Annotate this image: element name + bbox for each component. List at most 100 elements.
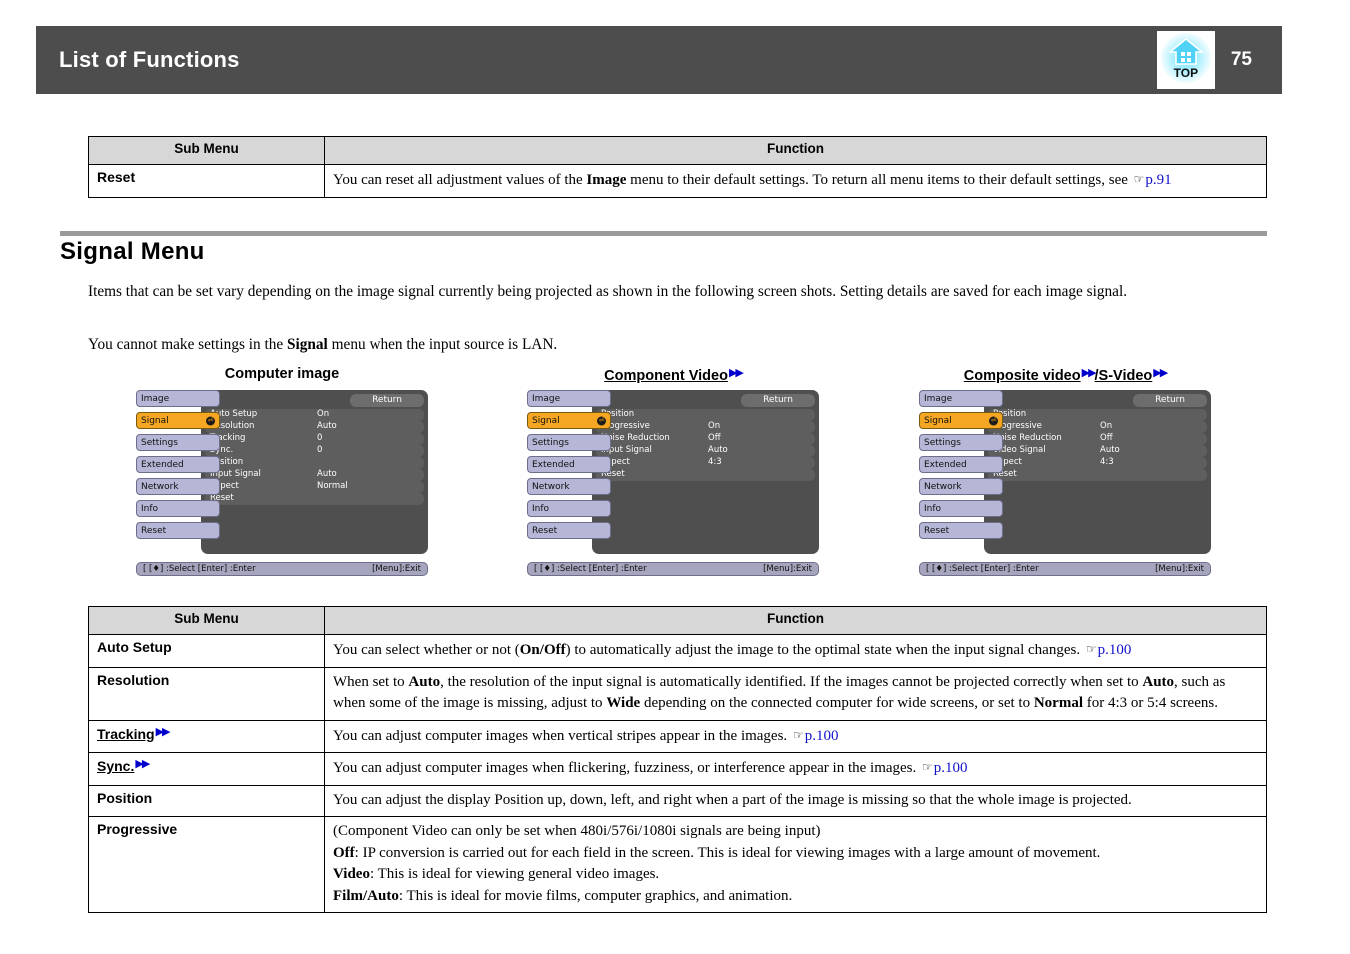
osd-row-value: Auto [1100,445,1120,455]
text-segment: You can reset all adjustment values of t… [333,172,587,188]
sidebar-item-image[interactable]: Image [919,390,1003,407]
osd-screenshot-composite-svideo: Composite video▶▶/S-Video▶▶ Return Posit… [919,366,1211,576]
osd-return-button[interactable]: Return [1133,394,1207,407]
enter-icon: ⏎ [206,416,215,425]
row-function-sync: You can adjust computer images when flic… [324,752,1267,786]
sidebar-item-reset[interactable]: Reset [136,522,220,539]
sidebar-item-label: Info [924,503,942,514]
osd-window: Return Auto Setup On Resolution Auto Track… [136,390,428,558]
osd-footer-left: [ [♦] :Select [Enter] :Enter [143,564,256,574]
bold-term: Wide [606,695,641,711]
sidebar-item-network[interactable]: Network [919,478,1003,495]
sidebar-item-label: Extended [141,459,184,470]
osd-menu-row[interactable]: Video Signal Auto [988,445,1207,457]
progressive-line-4: Film/Auto: This is ideal for movie films… [333,886,1258,908]
glossary-term[interactable]: Tracking [97,726,155,742]
osd-row-value: 0 [317,433,323,443]
caption-text-secondary: /S-Video [1094,368,1153,384]
screenshot-caption: Component Video▶▶ [527,366,819,384]
text-segment: ) to automatically adjust the image to t… [565,642,1084,658]
row-label-resolution: Resolution [88,666,325,721]
osd-menu-row[interactable]: Input Signal Auto [596,445,815,457]
osd-menu-row[interactable]: Position [988,409,1207,421]
osd-menu-row[interactable]: Reset [205,493,424,505]
text-segment: : This is ideal for viewing general vide… [369,866,660,882]
osd-content-panel: Return Position Progressive On Noise Redu… [984,390,1211,554]
osd-row-value: 4:3 [708,457,722,467]
osd-menu-row[interactable]: Resolution Auto [205,421,424,433]
text-segment: , the resolution of the input signal is … [440,673,1143,690]
bold-term: Film/Auto [333,887,399,904]
sidebar-item-image[interactable]: Image [136,390,220,407]
sidebar-item-info[interactable]: Info [527,500,611,517]
sidebar-item-settings[interactable]: Settings [919,434,1003,451]
sidebar-item-label: Reset [532,525,558,536]
osd-menu-row[interactable]: Aspect Normal [205,481,424,493]
sidebar-item-signal[interactable]: Signal ⏎ [919,412,1003,429]
row-function-progressive: (Component Video can only be set when 48… [324,816,1267,913]
row-function-resolution: When set to Auto, the resolution of the … [324,666,1267,721]
glossary-term[interactable]: Sync. [97,758,134,774]
page-link[interactable]: p.100 [805,728,839,744]
osd-menu-row[interactable]: Sync. 0 [205,445,424,457]
osd-menu-row[interactable]: Auto Setup On [205,409,424,421]
sidebar-item-settings[interactable]: Settings [136,434,220,451]
osd-menu-row[interactable]: Progressive On [596,421,815,433]
osd-sidebar: Image Signal ⏎ Settings Extended Network … [919,390,1007,544]
top-icon-label: TOP [1173,66,1199,80]
sidebar-item-extended[interactable]: Extended [527,456,611,473]
sidebar-item-network[interactable]: Network [136,478,220,495]
sidebar-item-reset[interactable]: Reset [527,522,611,539]
sidebar-item-info[interactable]: Info [919,500,1003,517]
osd-menu-row[interactable]: Noise Reduction Off [596,433,815,445]
sidebar-item-signal[interactable]: Signal ⏎ [136,412,220,429]
sidebar-item-settings[interactable]: Settings [527,434,611,451]
sidebar-item-network[interactable]: Network [527,478,611,495]
osd-menu-row[interactable]: Input Signal Auto [205,469,424,481]
top-home-icon[interactable]: TOP [1156,31,1215,89]
osd-menu-row[interactable]: Tracking 0 [205,433,424,445]
sidebar-item-info[interactable]: Info [136,500,220,517]
table-header-row: Sub Menu Function [88,606,1267,635]
table-row: Reset You can reset all adjustment value… [88,164,1267,198]
page-link[interactable]: p.91 [1145,172,1171,188]
osd-menu-row[interactable]: Progressive On [988,421,1207,433]
pointing-hand-icon: ☞ [1133,172,1145,186]
osd-row-value: Off [708,433,721,443]
sidebar-item-label: Settings [532,437,569,448]
osd-menu-row[interactable]: Aspect 4:3 [988,457,1207,469]
row-label-position: Position [88,784,325,817]
sidebar-item-extended[interactable]: Extended [136,456,220,473]
osd-return-button[interactable]: Return [350,394,424,407]
osd-footer-left: [ [♦] :Select [Enter] :Enter [926,564,1039,574]
osd-menu-row[interactable]: Aspect 4:3 [596,457,815,469]
sidebar-item-extended[interactable]: Extended [919,456,1003,473]
osd-menu-row[interactable]: Noise Reduction Off [988,433,1207,445]
text-segment: : This is ideal for movie films, compute… [398,887,793,904]
sidebar-item-label: Network [924,481,962,492]
sidebar-item-signal[interactable]: Signal ⏎ [527,412,611,429]
house-icon [1168,37,1203,65]
text-segment: depending on the connected computer for … [640,695,1034,711]
osd-footer-bar: [ [♦] :Select [Enter] :Enter [Menu]:Exit [919,562,1211,576]
table-row: Tracking▶▶ You can adjust computer image… [88,719,1267,753]
sidebar-item-label: Signal [924,415,952,426]
osd-menu-row[interactable]: Position [205,457,424,469]
sidebar-item-reset[interactable]: Reset [919,522,1003,539]
osd-menu-row[interactable]: Position [596,409,815,421]
sidebar-item-image[interactable]: Image [527,390,611,407]
page-link[interactable]: p.100 [934,760,968,776]
row-function-reset: You can reset all adjustment values of t… [324,164,1267,198]
page-link[interactable]: p.100 [1098,642,1132,658]
osd-row-value: On [708,421,721,431]
text-segment: : IP conversion is carried out for each … [354,844,1101,861]
osd-return-button[interactable]: Return [741,394,815,407]
page-title: List of Functions [59,47,240,72]
osd-row-list: Position Progressive On Noise Reduction Of… [988,409,1207,481]
sidebar-item-label: Info [532,503,550,514]
osd-row-value: Normal [317,481,348,491]
caption-text: Computer image [224,366,340,382]
osd-menu-row[interactable]: Reset [988,469,1207,481]
osd-menu-row[interactable]: Reset [596,469,815,481]
osd-footer-bar: [ [♦] :Select [Enter] :Enter [Menu]:Exit [136,562,428,576]
